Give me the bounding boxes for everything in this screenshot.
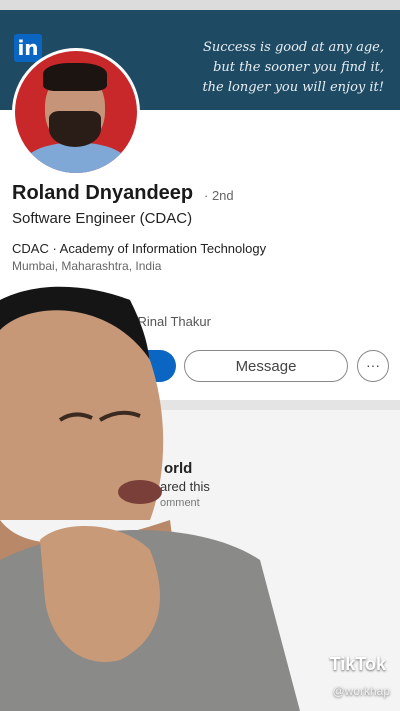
avatar[interactable]: [12, 48, 140, 176]
message-button[interactable]: Message: [184, 350, 348, 382]
activity-shared-text: ared this: [160, 479, 210, 494]
quote-line-3: the longer you will enjoy it!: [202, 80, 384, 95]
quote-line-2: but the sooner you find it,: [213, 60, 384, 75]
connection-degree: · 2nd: [204, 188, 234, 203]
quote-line-1: Success is good at any age,: [202, 40, 384, 55]
section-divider: [0, 400, 400, 410]
more-options-button[interactable]: ···: [357, 350, 389, 382]
profile-name: Roland Dnyandeep: [12, 182, 194, 204]
profile-company[interactable]: CDAC · Academy of Information Technology: [12, 241, 266, 256]
activity-comment-text: omment: [160, 497, 200, 509]
tiktok-handle: @workhap: [332, 684, 390, 698]
avatar-hair: [43, 63, 107, 91]
avatar-beard: [49, 111, 101, 147]
mutual-connections[interactable]: now Rinal Thakur: [110, 314, 211, 329]
linkedin-logo-icon: in: [14, 34, 42, 62]
banner-quote: Success is good at any age, but the soon…: [154, 38, 384, 98]
profile-location: Mumbai, Maharashtra, India: [12, 259, 162, 273]
top-strip: [0, 0, 400, 10]
tiktok-logo: TikTok: [329, 654, 386, 674]
activity-post-title[interactable]: orld: [164, 460, 192, 477]
avatar-shirt: [23, 143, 129, 173]
profile-headline: Software Engineer (CDAC): [12, 210, 193, 227]
connect-button[interactable]: [70, 350, 176, 382]
